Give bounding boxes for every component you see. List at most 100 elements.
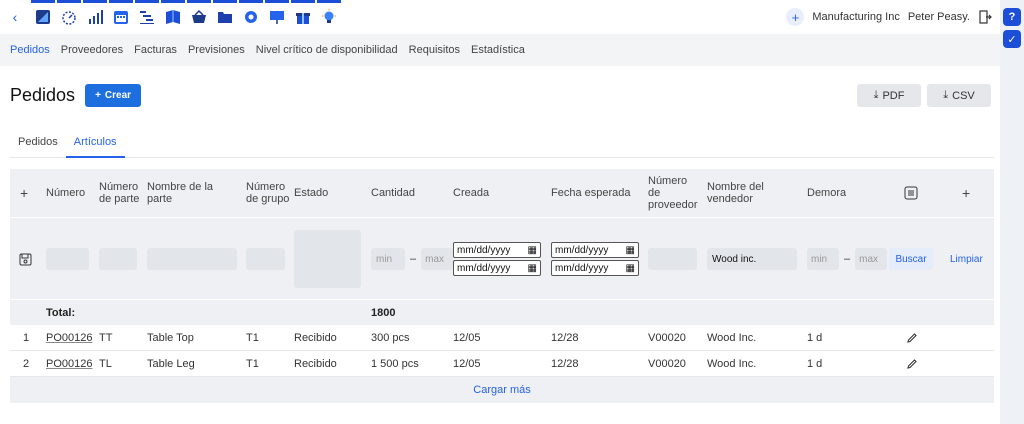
items-table: + Número Número de parte Nombre de la pa… [10, 169, 994, 403]
part-number: TT [99, 332, 113, 344]
filter-creada-from[interactable]: mm/dd/yyyy ▦ [453, 242, 541, 258]
status: Recibido [294, 358, 337, 370]
col-fecha-esperada[interactable]: Fecha esperada [551, 169, 631, 217]
filter-row: min – max mm/dd/yyyy ▦ mm/dd/yyyy ▦ mm/dd/… [10, 217, 994, 299]
total-cantidad: 1800 [371, 307, 396, 319]
save-filter-icon[interactable] [19, 218, 32, 300]
part-name: Table Top [147, 332, 194, 344]
export-pdf-button[interactable]: ⤓ PDF [857, 84, 921, 107]
col-nombre-vendedor[interactable]: Nombre del vendedor [707, 169, 777, 217]
delay: 1 d [807, 358, 823, 370]
part-name: Table Leg [147, 358, 195, 370]
calendar-icon[interactable] [108, 0, 134, 34]
col-numero-proveedor[interactable]: Número de proveedor [648, 169, 702, 217]
col-numero-parte[interactable]: Número de parte [99, 169, 143, 217]
logout-icon[interactable] [978, 10, 992, 24]
total-label: Total: [46, 307, 76, 319]
subnav-pedidos[interactable]: Pedidos [10, 44, 50, 56]
lightbulb-icon[interactable] [316, 0, 342, 34]
col-creada[interactable]: Creada [453, 169, 489, 217]
pencil-icon[interactable] [906, 351, 918, 377]
filter-numero-parte[interactable] [99, 248, 137, 270]
add-column-icon[interactable]: + [962, 169, 970, 217]
order-number-link[interactable]: PO00126 [46, 351, 92, 377]
filter-demora-max[interactable]: max [855, 248, 888, 270]
add-row-icon[interactable]: + [20, 169, 28, 217]
table-row[interactable]: 1 PO00126 TT Table Top T1 Recibido 300 p… [10, 325, 994, 351]
calendar-icon: ▦ [625, 244, 635, 256]
help-icon[interactable]: ? [1003, 8, 1021, 26]
top-bar: ‹ + Manufacturing Inc Peter Peasy. [0, 0, 1000, 34]
gift-icon[interactable] [290, 0, 316, 34]
created-date: 12/05 [453, 358, 481, 370]
range-dash: – [410, 253, 417, 265]
load-more-button[interactable]: Cargar más [10, 377, 994, 403]
filter-numero-proveedor[interactable] [648, 248, 697, 270]
subnav-facturas[interactable]: Facturas [134, 44, 177, 56]
filter-nombre-parte[interactable] [147, 248, 237, 270]
date-text: mm/dd/yyyy [457, 244, 511, 256]
add-icon[interactable]: + [786, 8, 805, 26]
filter-numero-grupo[interactable] [246, 248, 285, 270]
date-text: mm/dd/yyyy [457, 262, 511, 274]
basket-icon[interactable] [186, 0, 212, 34]
col-numero[interactable]: Número [46, 169, 85, 217]
status: Recibido [294, 332, 337, 344]
col-numero-grupo[interactable]: Número de grupo [246, 169, 290, 217]
created-date: 12/05 [453, 332, 481, 344]
gantt-icon[interactable] [134, 0, 160, 34]
filter-esperada-from[interactable]: mm/dd/yyyy ▦ [551, 242, 639, 258]
search-button[interactable]: Buscar [889, 248, 933, 270]
expected-date: 12/28 [551, 358, 579, 370]
delay: 1 d [807, 332, 823, 344]
tab-articulos[interactable]: Artículos [65, 132, 125, 158]
filter-demora-min[interactable]: min [807, 248, 839, 270]
folder-icon[interactable] [212, 0, 238, 34]
quantity: 300 pcs [371, 332, 410, 344]
filter-cantidad-min[interactable]: min [371, 248, 405, 270]
table-header: + Número Número de parte Nombre de la pa… [10, 169, 994, 217]
subnav-previsiones[interactable]: Previsiones [188, 44, 245, 56]
presentation-icon[interactable] [264, 0, 290, 34]
sub-navigation: Pedidos Proveedores Facturas Previsiones… [0, 34, 1000, 66]
filter-numero[interactable] [46, 248, 89, 270]
create-label: Crear [104, 90, 132, 101]
calendar-icon: ▦ [527, 262, 537, 274]
calendar-icon: ▦ [625, 262, 635, 274]
columns-icon[interactable] [904, 169, 918, 217]
gear-icon[interactable] [238, 0, 264, 34]
order-number-link[interactable]: PO00126 [46, 325, 92, 351]
tab-pedidos[interactable]: Pedidos [10, 132, 66, 158]
table-row[interactable]: 2 PO00126 TL Table Leg T1 Recibido 1 500… [10, 351, 994, 377]
export-csv-button[interactable]: ⤓ CSV [927, 84, 991, 107]
checklist-icon[interactable]: ✓ [1003, 30, 1021, 48]
filter-esperada-to[interactable]: mm/dd/yyyy ▦ [551, 260, 639, 276]
csv-label: CSV [952, 89, 975, 102]
subnav-proveedores[interactable]: Proveedores [61, 44, 123, 56]
col-cantidad[interactable]: Cantidad [371, 169, 415, 217]
filter-cantidad-max[interactable]: max [421, 248, 454, 270]
supplier-number: V00020 [648, 332, 686, 344]
col-nombre-parte[interactable]: Nombre de la parte [147, 169, 227, 217]
subnav-estadistica[interactable]: Estadística [471, 44, 525, 56]
total-row: Total: 1800 [10, 299, 994, 325]
user-name[interactable]: Peter Peasy. [908, 11, 970, 23]
subnav-requisitos[interactable]: Requisitos [409, 44, 460, 56]
bar-chart-icon[interactable] [82, 0, 108, 34]
col-estado[interactable]: Estado [294, 169, 328, 217]
col-demora[interactable]: Demora [807, 169, 846, 217]
pencil-icon[interactable] [906, 325, 918, 351]
filter-nombre-vendedor[interactable]: Wood inc. [707, 248, 797, 270]
chevron-left-icon[interactable]: ‹ [0, 0, 30, 34]
calendar-icon: ▦ [527, 244, 537, 256]
filter-estado[interactable] [294, 230, 361, 288]
clear-button[interactable]: Limpiar [950, 254, 983, 265]
filter-creada-to[interactable]: mm/dd/yyyy ▦ [453, 260, 541, 276]
book-icon[interactable] [160, 0, 186, 34]
range-dash: – [844, 253, 851, 265]
create-button[interactable]: + Crear [85, 84, 142, 107]
company-name[interactable]: Manufacturing Inc [812, 11, 899, 23]
dashboard-gauge-icon[interactable] [56, 0, 82, 34]
subnav-nivel-critico[interactable]: Nivel crítico de disponibilidad [256, 44, 398, 56]
pen-square-icon[interactable] [30, 0, 56, 34]
